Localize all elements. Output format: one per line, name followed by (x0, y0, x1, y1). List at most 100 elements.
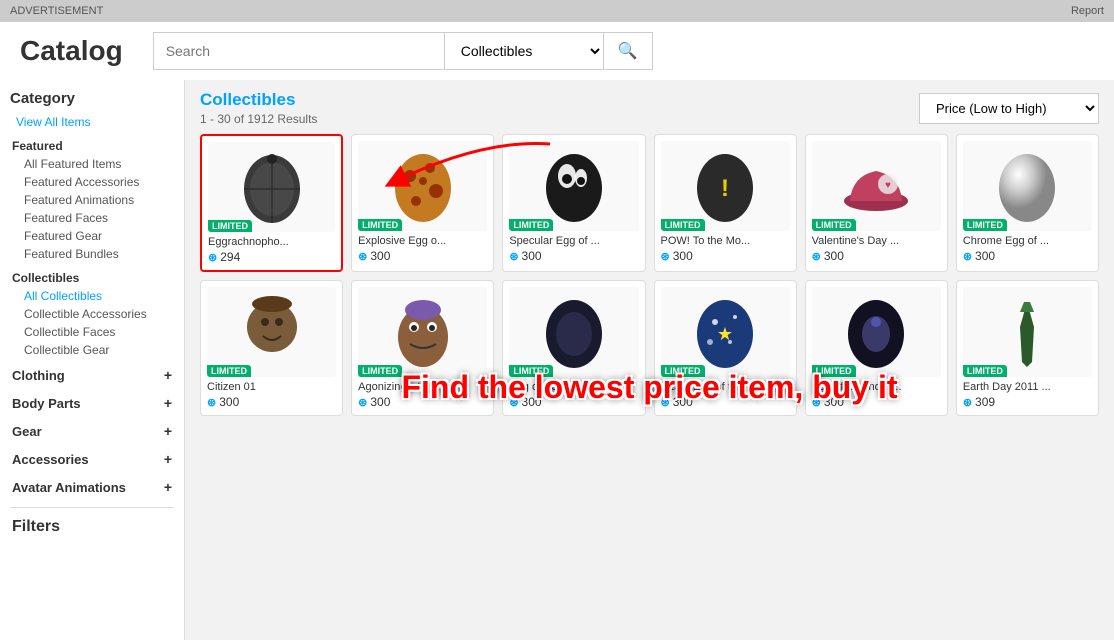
item-card-5[interactable]: LIMITED Chrome Egg of ... ⊛ 300 (956, 134, 1099, 272)
sidebar-divider (10, 507, 174, 508)
item-card-7[interactable]: LIMITED Agonizingly Ugl... ⊛ 300 (351, 280, 494, 416)
sidebar-avatar-animations-expand-icon: + (164, 479, 172, 495)
item-card-11[interactable]: LIMITED Earth Day 2011 ... ⊛ 309 (956, 280, 1099, 416)
sidebar-accessories-toggle[interactable]: Accessories + (10, 447, 174, 471)
svg-text:!: ! (721, 175, 729, 202)
robux-icon-8: ⊛ (509, 396, 518, 409)
limited-badge-10: LIMITED (812, 365, 856, 377)
sidebar-item-featured-gear[interactable]: Featured Gear (18, 227, 174, 245)
item-card-10[interactable]: LIMITED Egg of Equinox: ... ⊛ 300 (805, 280, 948, 416)
item-image-svg-5 (992, 146, 1062, 226)
sidebar-accessories-label: Accessories (12, 452, 89, 467)
item-name-10: Egg of Equinox: ... (812, 381, 941, 393)
item-thumb-0: LIMITED (208, 142, 335, 232)
item-price-2: ⊛ 300 (509, 249, 638, 263)
item-card-6[interactable]: LIMITED Citizen 01 ⊛ 300 (200, 280, 343, 416)
item-image-svg-2 (539, 146, 609, 226)
item-price-1: ⊛ 300 (358, 249, 487, 263)
price-value-1: 300 (370, 249, 390, 263)
content-area: Collectibles 1 - 30 of 1912 Results Pric… (185, 80, 1114, 640)
item-price-10: ⊛ 300 (812, 395, 941, 409)
sidebar-item-featured-bundles[interactable]: Featured Bundles (18, 245, 174, 263)
item-image-svg-7 (388, 292, 458, 372)
item-price-11: ⊛ 309 (963, 395, 1092, 409)
robux-icon-1: ⊛ (358, 250, 367, 263)
search-input[interactable] (153, 32, 444, 70)
limited-badge-3: LIMITED (661, 219, 705, 231)
limited-badge-6: LIMITED (207, 365, 251, 377)
sort-dropdown[interactable]: Price (Low to High) Price (High to Low) … (919, 93, 1099, 124)
sidebar-view-all-items[interactable]: View All Items (10, 113, 174, 131)
sidebar-collectibles-group: All Collectibles Collectible Accessories… (10, 287, 174, 359)
item-card-2[interactable]: LIMITED Specular Egg of ... ⊛ 300 (502, 134, 645, 272)
report-link[interactable]: Report (1071, 5, 1104, 17)
item-card-4[interactable]: ♥ LIMITED Valentine's Day ... ⊛ 300 (805, 134, 948, 272)
price-value-8: 300 (522, 395, 542, 409)
item-name-3: POW! To the Mo... (661, 235, 790, 247)
item-price-6: ⊛ 300 (207, 395, 336, 409)
robux-icon-9: ⊛ (661, 396, 670, 409)
robux-icon-6: ⊛ (207, 396, 216, 409)
item-name-11: Earth Day 2011 ... (963, 381, 1092, 393)
sidebar-item-featured-animations[interactable]: Featured Animations (18, 191, 174, 209)
price-value-11: 309 (975, 395, 995, 409)
sidebar-featured-group: All Featured Items Featured Accessories … (10, 155, 174, 263)
sidebar-avatar-animations-toggle[interactable]: Avatar Animations + (10, 475, 174, 499)
sidebar: Category View All Items Featured All Fea… (0, 80, 185, 640)
item-card-0[interactable]: LIMITED Eggrachnopho... ⊛ 294 (200, 134, 343, 272)
content-header: Collectibles 1 - 30 of 1912 Results Pric… (200, 90, 1099, 126)
robux-icon-2: ⊛ (509, 250, 518, 263)
section-info: Collectibles 1 - 30 of 1912 Results (200, 90, 317, 126)
section-title: Collectibles (200, 90, 317, 110)
search-button[interactable]: 🔍 (603, 32, 653, 70)
price-value-0: 294 (220, 250, 240, 264)
sidebar-item-all-collectibles[interactable]: All Collectibles (18, 287, 174, 305)
sidebar-item-featured-faces[interactable]: Featured Faces (18, 209, 174, 227)
item-thumb-6: LIMITED (207, 287, 336, 377)
item-image-svg-6 (237, 292, 307, 372)
sidebar-item-collectible-gear[interactable]: Collectible Gear (18, 341, 174, 359)
sidebar-clothing-expand-icon: + (164, 367, 172, 383)
robux-icon-10: ⊛ (812, 396, 821, 409)
sidebar-item-all-featured[interactable]: All Featured Items (18, 155, 174, 173)
item-card-8[interactable]: LIMITED Egg of Equinox: ... ⊛ 300 (502, 280, 645, 416)
search-category-dropdown[interactable]: Collectibles All Clothing Body Parts Gea… (444, 32, 603, 70)
item-name-9: Starry Egg of th... (661, 381, 790, 393)
sidebar-filters-label: Filters (10, 518, 174, 536)
item-card-1[interactable]: LIMITED Explosive Egg o... ⊛ 300 (351, 134, 494, 272)
item-name-6: Citizen 01 (207, 381, 336, 393)
item-name-0: Eggrachnopho... (208, 236, 335, 248)
item-card-9[interactable]: ★ LIMITED Starry Egg of th... ⊛ 300 (654, 280, 797, 416)
item-image-svg-3: ! (690, 146, 760, 226)
svg-text:♥: ♥ (885, 180, 891, 191)
item-thumb-11: LIMITED (963, 287, 1092, 377)
sidebar-item-featured-accessories[interactable]: Featured Accessories (18, 173, 174, 191)
item-card-3[interactable]: ! LIMITED POW! To the Mo... ⊛ 300 (654, 134, 797, 272)
sidebar-body-parts-expand-icon: + (164, 395, 172, 411)
robux-icon-7: ⊛ (358, 396, 367, 409)
item-thumb-3: ! LIMITED (661, 141, 790, 231)
sidebar-gear-toggle[interactable]: Gear + (10, 419, 174, 443)
item-thumb-7: LIMITED (358, 287, 487, 377)
limited-badge-11: LIMITED (963, 365, 1007, 377)
sidebar-gear-expand-icon: + (164, 423, 172, 439)
sidebar-body-parts-toggle[interactable]: Body Parts + (10, 391, 174, 415)
sidebar-clothing-label: Clothing (12, 368, 65, 383)
item-image-svg-9: ★ (690, 292, 760, 372)
item-price-7: ⊛ 300 (358, 395, 487, 409)
item-image-svg-4: ♥ (836, 146, 916, 226)
item-price-3: ⊛ 300 (661, 249, 790, 263)
item-name-7: Agonizingly Ugl... (358, 381, 487, 393)
sidebar-accessories-expand-icon: + (164, 451, 172, 467)
item-thumb-5: LIMITED (963, 141, 1092, 231)
item-name-5: Chrome Egg of ... (963, 235, 1092, 247)
sidebar-body-parts-label: Body Parts (12, 396, 81, 411)
sidebar-item-collectible-accessories[interactable]: Collectible Accessories (18, 305, 174, 323)
item-name-4: Valentine's Day ... (812, 235, 941, 247)
svg-text:★: ★ (717, 324, 733, 344)
price-value-3: 300 (673, 249, 693, 263)
sidebar-clothing-toggle[interactable]: Clothing + (10, 363, 174, 387)
item-name-1: Explosive Egg o... (358, 235, 487, 247)
sidebar-item-collectible-faces[interactable]: Collectible Faces (18, 323, 174, 341)
search-bar: Collectibles All Clothing Body Parts Gea… (153, 32, 653, 70)
